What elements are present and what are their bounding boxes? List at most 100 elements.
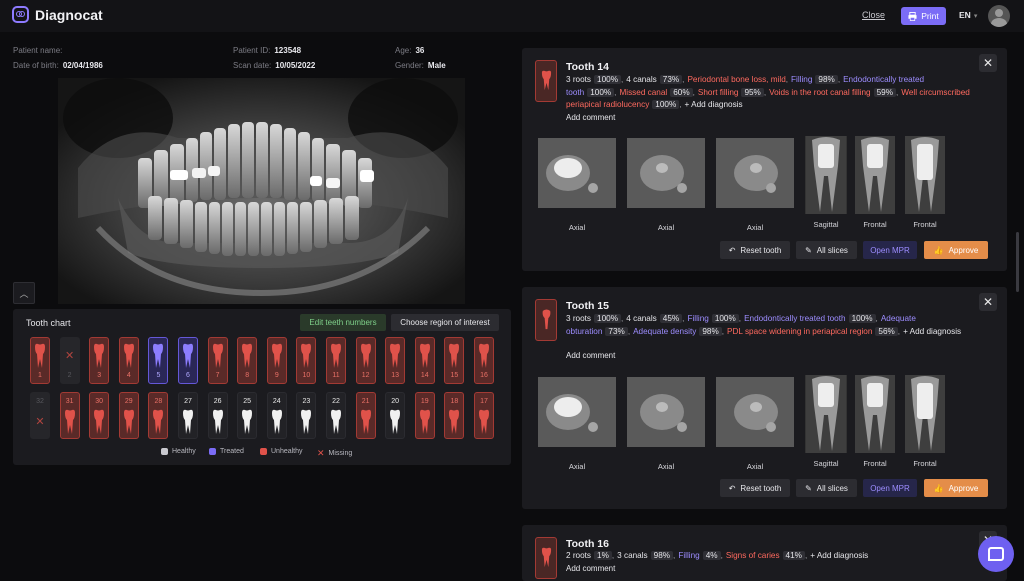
reset-tooth-button[interactable]: ↶ Reset tooth — [720, 479, 790, 497]
open-mpr-button[interactable]: Open MPR — [863, 241, 917, 259]
slice-thumbnail-sagittal[interactable] — [805, 136, 847, 214]
language-selector[interactable]: EN ▾ — [959, 10, 977, 20]
tooth-number: 18 — [450, 398, 459, 405]
diagnosis-item[interactable]: Signs of caries 41% — [726, 551, 805, 560]
tooth-7[interactable]: 7 — [207, 337, 228, 384]
close-card-button[interactable]: ✕ — [979, 54, 997, 72]
tooth-number: 3 — [97, 372, 102, 379]
diagnosis-item[interactable]: Filling 4% — [678, 551, 721, 560]
print-button[interactable]: Print — [901, 7, 946, 25]
tooth-14[interactable]: 14 — [414, 337, 435, 384]
tooth-17[interactable]: 17 — [474, 392, 494, 439]
diagnosis-item[interactable]: 2 roots 1% — [566, 551, 612, 560]
approve-button[interactable]: 👍 Approve — [924, 479, 988, 497]
tooth-5[interactable]: 5 — [148, 337, 169, 384]
tooth-icon — [449, 343, 460, 368]
printer-icon — [908, 11, 917, 21]
diagnosis-item[interactable]: 4 canals 73% — [626, 75, 683, 84]
tooth-number: 22 — [332, 398, 340, 405]
tooth-27[interactable]: 27 — [178, 392, 198, 439]
diagnosis-item[interactable]: Voids in the root canal filling 59% — [769, 87, 896, 97]
all-slices-button[interactable]: ✎ All slices — [796, 479, 857, 497]
slice-thumbnail-sagittal[interactable] — [805, 375, 847, 453]
tooth-icon — [271, 409, 282, 434]
slice-thumbnail-axial[interactable] — [538, 138, 616, 208]
tooth-9[interactable]: 9 — [266, 337, 287, 384]
choose-region-of-interest-button[interactable]: Choose region of interest — [391, 314, 499, 331]
all-slices-button[interactable]: ✎ All slices — [796, 241, 857, 259]
add-comment-link[interactable]: Add comment — [566, 564, 615, 573]
add-diagnosis-link[interactable]: + Add diagnosis — [685, 100, 743, 109]
diagnosis-item[interactable]: Endodontically treated tooth 100% — [744, 314, 876, 323]
tooth-13[interactable]: 13 — [385, 337, 406, 384]
tooth-number: 1 — [38, 372, 42, 379]
tooth-15[interactable]: 15 — [444, 337, 465, 384]
tooth-11[interactable]: 11 — [326, 337, 346, 384]
edit-teeth-numbers-button[interactable]: Edit teeth numbers — [300, 314, 386, 331]
user-avatar[interactable] — [988, 5, 1010, 27]
diagnosis-item[interactable]: PDL space widening in periapical region 5… — [727, 326, 898, 336]
tooth-24[interactable]: 24 — [266, 392, 287, 439]
tooth-3[interactable]: 3 — [89, 337, 110, 384]
diagnosis-item[interactable]: 3 roots 100% — [566, 314, 621, 323]
slice-thumbnail-axial[interactable] — [716, 138, 794, 208]
tooth-23[interactable]: 23 — [296, 392, 317, 439]
tooth-21[interactable]: 21 — [355, 392, 376, 439]
tooth-28[interactable]: 28 — [148, 392, 169, 439]
slice-thumbnail-axial[interactable] — [627, 138, 705, 208]
diagnosis-item[interactable]: Periodontal bone loss, mild — [687, 75, 785, 84]
tooth-29[interactable]: 29 — [118, 392, 139, 439]
open-mpr-button[interactable]: Open MPR — [863, 479, 917, 497]
diagnosis-item[interactable]: Adequate density 98% — [633, 326, 722, 336]
add-diagnosis-link[interactable]: + Add diagnosis — [810, 551, 868, 560]
close-card-button[interactable]: ✕ — [979, 293, 997, 311]
slice-thumbnail-axial[interactable] — [627, 377, 705, 447]
collapse-chart-button[interactable]: ︿ — [13, 282, 35, 304]
slice-thumbnail-frontal[interactable] — [855, 136, 895, 214]
slice-thumbnail-frontal[interactable] — [905, 375, 945, 453]
diagnosis-item[interactable]: 4 canals 45% — [626, 314, 683, 323]
diagnosis-name: Signs of caries — [725, 551, 780, 560]
diagnosis-item[interactable]: 3 roots 100% — [566, 75, 621, 84]
tooth-8[interactable]: 8 — [237, 337, 258, 384]
tooth-26[interactable]: 26 — [207, 392, 228, 439]
tooth-18[interactable]: 18 — [444, 392, 465, 439]
tooth-number: 20 — [391, 398, 400, 405]
slice-thumbnail-frontal[interactable] — [905, 136, 945, 214]
tooth-4[interactable]: 4 — [118, 337, 139, 384]
diagnosis-item[interactable]: Filling 100% — [687, 314, 739, 323]
tooth-16[interactable]: 16 — [474, 337, 494, 384]
app-logo[interactable]: Diagnocat — [12, 6, 103, 23]
tooth-10[interactable]: 10 — [296, 337, 317, 384]
slice-thumbnail-axial[interactable] — [716, 377, 794, 447]
diagnosis-item[interactable]: 3 canals 98% — [617, 551, 674, 560]
add-comment-link[interactable]: Add comment — [566, 113, 615, 122]
tooth-32[interactable]: 32 ✕ — [30, 392, 50, 439]
approve-button[interactable]: 👍 Approve — [924, 241, 988, 259]
tooth-22[interactable]: 22 — [326, 392, 346, 439]
tooth-19[interactable]: 19 — [414, 392, 435, 439]
scrollbar-thumb[interactable] — [1016, 232, 1019, 292]
chat-support-button[interactable] — [978, 536, 1014, 572]
tooth-30[interactable]: 30 — [89, 392, 110, 439]
diagnosis-probability: 100% — [587, 87, 615, 97]
diagnosis-item[interactable]: Filling 98% — [791, 75, 838, 84]
tooth-25[interactable]: 25 — [237, 392, 258, 439]
tooth-2[interactable]: ✕ 2 — [59, 337, 80, 384]
diagnosis-item[interactable]: Missed canal 60% — [619, 87, 693, 97]
slice-thumbnail-axial[interactable] — [538, 377, 616, 447]
tooth-1[interactable]: 1 — [30, 337, 50, 384]
slice-label: Frontal — [913, 220, 937, 229]
slice-thumbnail-frontal[interactable] — [855, 375, 895, 453]
tooth-31[interactable]: 31 — [59, 392, 80, 439]
tooth-20[interactable]: 20 — [385, 392, 406, 439]
tooth-12[interactable]: 12 — [355, 337, 376, 384]
close-link[interactable]: Close — [862, 10, 885, 20]
tooth-icon — [535, 537, 557, 579]
tooth-6[interactable]: 6 — [178, 337, 198, 384]
add-diagnosis-link[interactable]: + Add diagnosis — [903, 327, 961, 336]
reset-tooth-button[interactable]: ↶ Reset tooth — [720, 241, 790, 259]
add-comment-link[interactable]: Add comment — [566, 351, 615, 360]
diagnosis-item[interactable]: Short filling 95% — [698, 87, 764, 97]
panoramic-xray[interactable] — [58, 78, 465, 304]
